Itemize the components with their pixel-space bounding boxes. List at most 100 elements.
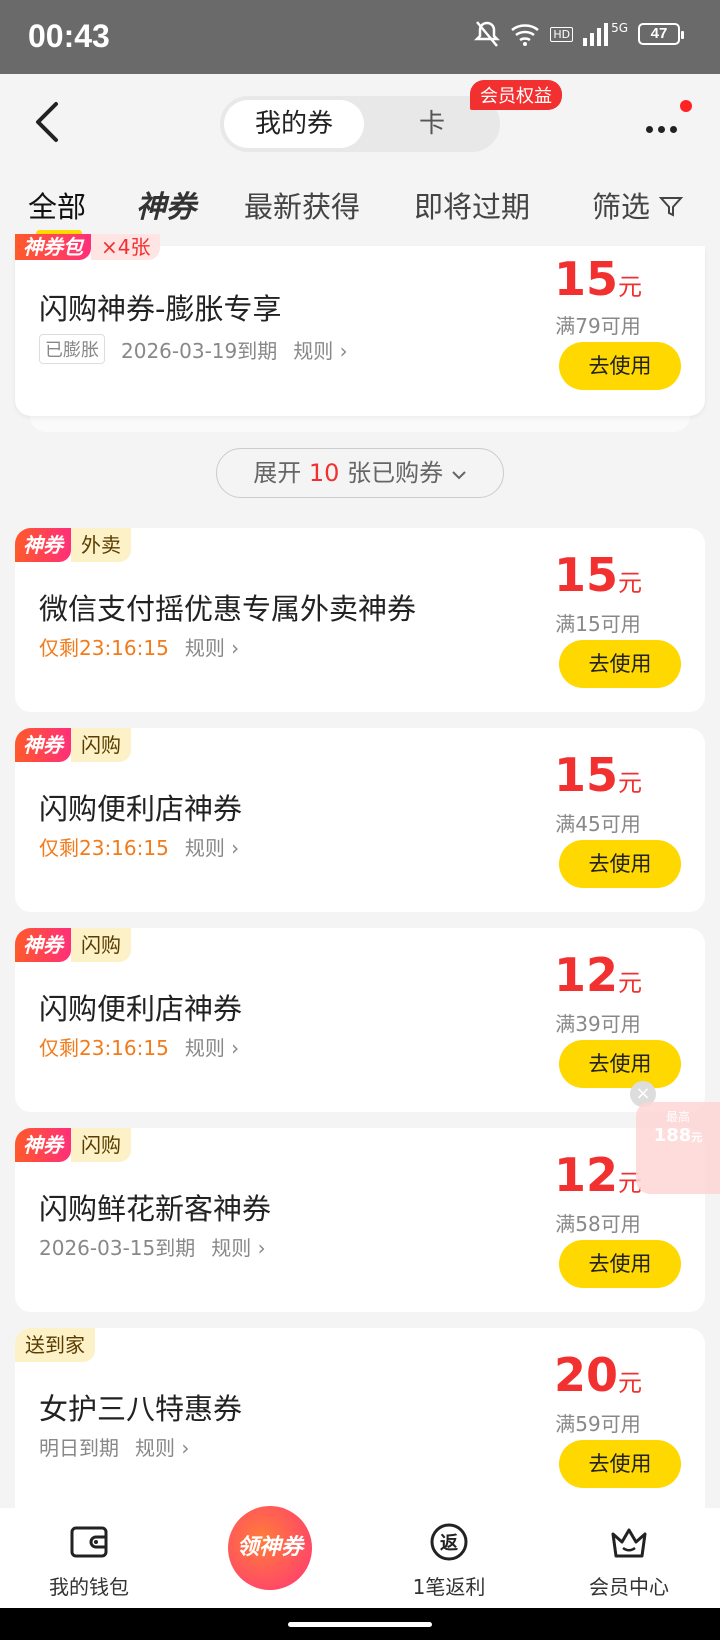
status-bar: 00:43 HD 5G 47 — [0, 0, 720, 74]
rule-link[interactable]: 规则 › — [185, 832, 239, 861]
use-button[interactable]: 去使用 — [559, 640, 681, 688]
status-time: 00:43 — [28, 18, 110, 54]
pack-count-tag: ×4张 — [91, 234, 161, 260]
countdown: 仅剩23:16:15 — [39, 636, 169, 660]
filter-icon — [659, 197, 684, 217]
use-button[interactable]: 去使用 — [559, 1240, 681, 1288]
coupon-condition: 满15可用 — [555, 612, 641, 636]
coupon-condition: 满45可用 — [555, 812, 641, 836]
coupon-card[interactable]: 送到家 女护三八特惠券 明日到期 规则 › 20元 满59可用 去使用 — [15, 1328, 705, 1508]
notification-dot — [680, 100, 692, 112]
coupon-title: 闪购鲜花新客神券 — [39, 1192, 272, 1226]
countdown: 仅剩23:16:15 — [39, 1036, 169, 1060]
tab-filter[interactable]: 筛选 — [592, 184, 684, 226]
battery-icon: 47 — [638, 23, 684, 45]
nav-member-center[interactable]: 会员中心 — [564, 1522, 694, 1600]
coupon-title: 微信支付摇优惠专属外卖神券 — [39, 592, 417, 626]
promo-amount: 188元 — [653, 1125, 703, 1146]
back-arrow-icon[interactable] — [28, 98, 68, 146]
coupon-amount: 20元 — [553, 1348, 642, 1402]
coupon-amount: 15元 — [553, 748, 642, 802]
coupon-tag: 神券 闪购 — [15, 1128, 131, 1162]
tab-newest[interactable]: 最新获得 — [244, 184, 360, 226]
coupon-tag: 神券 外卖 — [15, 528, 131, 562]
home-indicator — [0, 1608, 720, 1640]
shen-tag: 神券 — [15, 928, 71, 962]
nav-wallet[interactable]: 我的钱包 — [24, 1522, 154, 1600]
shen-tag: 神券 — [15, 528, 71, 562]
coupon-meta: 已膨胀 2026-03-19到期 规则 › — [39, 334, 348, 364]
bell-off-icon — [474, 21, 501, 47]
expire-date: 明日到期 — [39, 1436, 119, 1460]
use-button[interactable]: 去使用 — [559, 1440, 681, 1488]
expire-date: 2026-03-15到期 — [39, 1236, 196, 1260]
signal-icon — [583, 23, 609, 46]
coupon-card-pack[interactable]: 神券包 ×4张 闪购神券-膨胀专享 已膨胀 2026-03-19到期 规则 › … — [15, 234, 705, 416]
coupon-title: 闪购便利店神券 — [39, 992, 243, 1026]
top-header: 我的券 卡 会员权益 — [0, 74, 720, 174]
wifi-icon — [511, 24, 540, 46]
coupon-card[interactable]: 神券 闪购 闪购便利店神券 仅剩23:16:15 规则 › 15元 满45可用 … — [15, 728, 705, 912]
coupon-title: 闪购便利店神券 — [39, 792, 243, 826]
coupon-condition: 满58可用 — [555, 1212, 641, 1236]
category-tag: 闪购 — [71, 728, 131, 762]
chevron-down-icon — [452, 471, 466, 480]
shen-pack-tag: 神券包 — [15, 234, 91, 260]
coupon-title: 闪购神券-膨胀专享 — [39, 292, 282, 326]
rule-link[interactable]: 规则 › — [211, 1232, 265, 1261]
more-menu-icon[interactable] — [646, 118, 686, 133]
filter-label: 筛选 — [592, 190, 651, 224]
coupon-meta: 明日到期 规则 › — [39, 1432, 189, 1461]
wallet-icon — [70, 1526, 108, 1558]
coupon-amount: 15元 — [553, 548, 642, 602]
segment-my-coupons[interactable]: 我的券 — [224, 100, 364, 148]
rule-link[interactable]: 规则 › — [135, 1432, 189, 1461]
use-button[interactable]: 去使用 — [559, 1040, 681, 1088]
coupon-amount: 12元 — [553, 948, 642, 1002]
status-icons: HD 5G 47 — [474, 20, 684, 48]
nav-rebate-label: 1笔返利 — [412, 1575, 486, 1599]
nav-wallet-label: 我的钱包 — [49, 1575, 129, 1599]
tab-expiring[interactable]: 即将过期 — [414, 184, 530, 226]
coupon-condition: 满59可用 — [555, 1412, 641, 1436]
svg-text:返: 返 — [440, 1533, 458, 1554]
expire-date: 2026-03-19到期 — [121, 338, 278, 363]
countdown: 仅剩23:16:15 — [39, 836, 169, 860]
category-tag: 送到家 — [15, 1328, 95, 1362]
network-type: 5G — [611, 21, 628, 35]
rule-link[interactable]: 规则 › — [185, 632, 239, 661]
category-tag: 闪购 — [71, 1128, 131, 1162]
category-tag: 闪购 — [71, 928, 131, 962]
coupon-meta: 仅剩23:16:15 规则 › — [39, 832, 239, 861]
bottom-nav: 我的钱包 领神券 返 1笔返利 会员中心 — [0, 1506, 720, 1608]
crown-icon — [611, 1528, 647, 1558]
use-button[interactable]: 去使用 — [559, 840, 681, 888]
coupon-condition: 满79可用 — [555, 314, 641, 338]
nav-member-label: 会员中心 — [589, 1575, 669, 1599]
coupon-card[interactable]: 神券 闪购 闪购便利店神券 仅剩23:16:15 规则 › 12元 满39可用 … — [15, 928, 705, 1112]
rule-link[interactable]: 规则 › — [293, 335, 347, 364]
tab-all[interactable]: 全部 — [28, 184, 86, 226]
coupon-card[interactable]: 神券 外卖 微信支付摇优惠专属外卖神券 仅剩23:16:15 规则 › 15元 … — [15, 528, 705, 712]
shen-tag: 神券 — [15, 1128, 71, 1162]
coupon-tag: 神券包 ×4张 — [15, 234, 161, 260]
coupon-title: 女护三八特惠券 — [39, 1392, 243, 1426]
tab-shen-coupon[interactable]: 神券 — [136, 182, 196, 226]
vip-benefits-badge[interactable]: 会员权益 — [470, 80, 562, 110]
hd-icon: HD — [550, 26, 574, 42]
coupon-meta: 仅剩23:16:15 规则 › — [39, 1032, 239, 1061]
floating-promo[interactable]: 最高 188元 — [636, 1102, 720, 1194]
coupon-meta: 仅剩23:16:15 规则 › — [39, 632, 239, 661]
inflated-chip: 已膨胀 — [39, 334, 105, 364]
rule-link[interactable]: 规则 › — [185, 1032, 239, 1061]
expand-purchased-button[interactable]: 展开 10 张已购券 — [216, 448, 504, 498]
promo-label: 最高 — [665, 1110, 690, 1124]
use-button[interactable]: 去使用 — [559, 342, 681, 390]
rebate-icon: 返 — [430, 1523, 468, 1561]
coupon-meta: 2026-03-15到期 规则 › — [39, 1232, 266, 1261]
coupon-tag: 神券 闪购 — [15, 928, 131, 962]
coupon-card[interactable]: 神券 闪购 闪购鲜花新客神券 2026-03-15到期 规则 › 12元 满58… — [15, 1128, 705, 1312]
coupon-tag: 神券 闪购 — [15, 728, 131, 762]
get-coupon-button[interactable]: 领神券 — [228, 1506, 312, 1590]
nav-rebate[interactable]: 返 1笔返利 — [384, 1522, 514, 1600]
